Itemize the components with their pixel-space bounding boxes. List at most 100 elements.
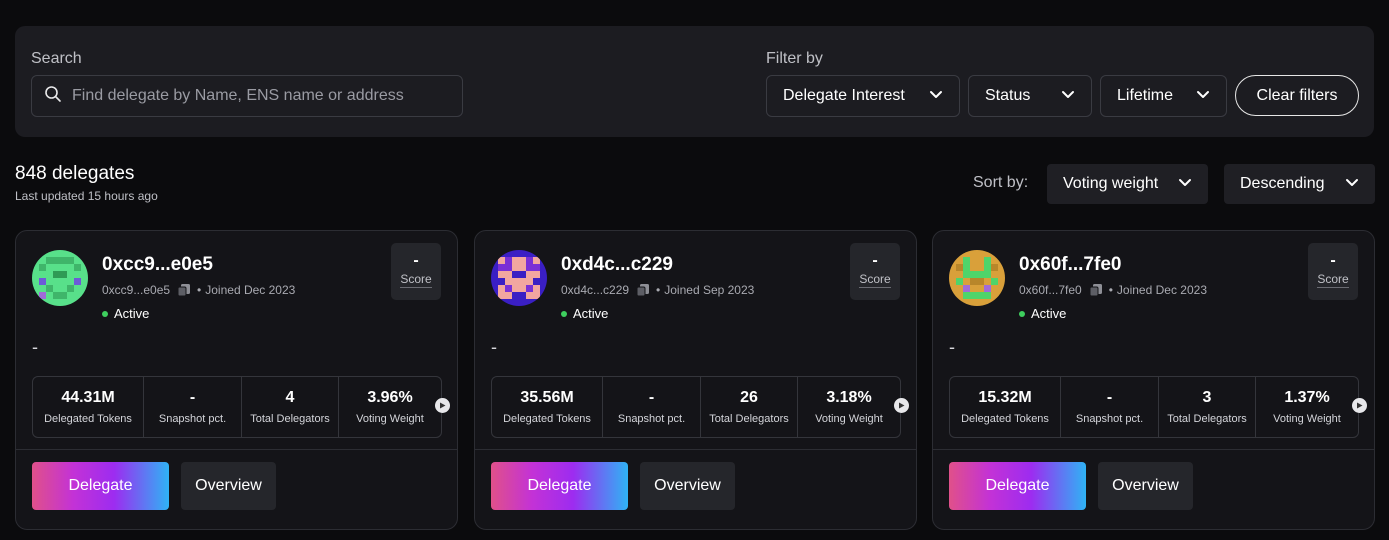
chevron-down-icon — [1196, 87, 1210, 106]
stat-voting-weight: 3.18% Voting Weight — [798, 377, 900, 437]
status-label: Status — [985, 87, 1031, 104]
stats-row: 15.32M Delegated Tokens - Snapshot pct. 3 T… — [949, 376, 1359, 438]
chevron-down-icon — [1178, 175, 1192, 194]
card-divider — [16, 449, 457, 450]
stat-value: - — [648, 389, 655, 406]
delegate-button[interactable]: Delegate — [949, 462, 1086, 510]
stat-label: Total Delegators — [1167, 413, 1247, 425]
delegate-interest-dropdown[interactable]: Delegate Interest — [766, 75, 960, 117]
stat-label: Voting Weight — [815, 413, 883, 425]
sort-direction-dropdown[interactable]: Descending — [1224, 164, 1375, 204]
copy-icon[interactable] — [177, 283, 191, 297]
stat-label: Delegated Tokens — [503, 413, 591, 425]
status-text: Active — [114, 306, 150, 321]
search-label: Search — [31, 50, 82, 67]
sort-field-label: Voting weight — [1063, 175, 1159, 192]
status-indicator: Active — [561, 306, 608, 321]
stat-total-delegators: 3 Total Delegators — [1159, 377, 1256, 437]
stat-label: Snapshot pct. — [158, 413, 227, 425]
scroll-right-icon[interactable] — [894, 398, 909, 413]
stat-snapshot-pct: - Snapshot pct. — [603, 377, 701, 437]
sort-direction-label: Descending — [1240, 175, 1325, 192]
avatar — [32, 250, 88, 306]
stat-label: Delegated Tokens — [44, 413, 132, 425]
stat-label: Total Delegators — [709, 413, 789, 425]
stat-snapshot-pct: - Snapshot pct. — [1061, 377, 1159, 437]
scroll-right-icon[interactable] — [435, 398, 450, 413]
score-label[interactable]: Score — [859, 272, 891, 288]
search-icon — [44, 85, 62, 108]
stats-row: 35.56M Delegated Tokens - Snapshot pct. 26… — [491, 376, 901, 438]
sort-field-dropdown[interactable]: Voting weight — [1047, 164, 1208, 204]
avatar — [491, 250, 547, 306]
stat-value: 35.56M — [520, 389, 574, 406]
delegate-meta: 0xcc9...e0e5 • Joined Dec 2023 — [102, 283, 295, 297]
clear-filters-button[interactable]: Clear filters — [1235, 75, 1359, 116]
status-text: Active — [573, 306, 609, 321]
stat-value: 26 — [740, 389, 758, 406]
score-value: - — [413, 252, 419, 269]
delegate-name[interactable]: 0xd4c...c229 — [561, 254, 673, 276]
joined-date: Joined Sep 2023 — [664, 283, 755, 297]
search-input[interactable] — [72, 87, 452, 105]
separator-dot: • — [197, 283, 202, 297]
stat-delegated-tokens: 15.32M Delegated Tokens — [950, 377, 1061, 437]
copy-icon[interactable] — [636, 283, 650, 297]
delegate-description: - — [491, 337, 497, 357]
stat-value: 44.31M — [61, 389, 115, 406]
delegate-description: - — [32, 337, 38, 357]
filter-label: Filter by — [766, 50, 823, 67]
stat-total-delegators: 26 Total Delegators — [701, 377, 798, 437]
stat-label: Snapshot pct. — [617, 413, 686, 425]
stat-label: Voting Weight — [1273, 413, 1341, 425]
stat-delegated-tokens: 35.56M Delegated Tokens — [492, 377, 603, 437]
score-value: - — [872, 252, 878, 269]
delegate-interest-label: Delegate Interest — [783, 87, 905, 104]
active-dot-icon — [1019, 310, 1025, 317]
delegate-card: 0x60f...7fe0 0x60f...7fe0 • Joined Dec 2… — [932, 230, 1375, 530]
delegate-meta: 0x60f...7fe0 • Joined Dec 2023 — [1019, 283, 1207, 297]
score-label[interactable]: Score — [1317, 272, 1349, 288]
delegate-button[interactable]: Delegate — [32, 462, 169, 510]
stat-value: - — [1106, 389, 1113, 406]
overview-button[interactable]: Overview — [181, 462, 276, 510]
overview-button[interactable]: Overview — [640, 462, 735, 510]
delegate-name[interactable]: 0xcc9...e0e5 — [102, 254, 213, 276]
stat-value: 15.32M — [978, 389, 1032, 406]
search-box[interactable] — [31, 75, 463, 117]
sort-label: Sort by: — [973, 174, 1029, 191]
delegate-address: 0xd4c...c229 — [561, 283, 630, 297]
stat-label: Total Delegators — [250, 413, 330, 425]
scroll-right-icon[interactable] — [1352, 398, 1367, 413]
status-dropdown[interactable]: Status — [968, 75, 1092, 117]
stat-voting-weight: 3.96% Voting Weight — [339, 377, 441, 437]
joined-date: Joined Dec 2023 — [1116, 283, 1207, 297]
delegate-card: 0xcc9...e0e5 0xcc9...e0e5 • Joined Dec 2… — [15, 230, 458, 530]
status-indicator: Active — [1019, 306, 1066, 321]
delegate-button[interactable]: Delegate — [491, 462, 628, 510]
copy-icon[interactable] — [1089, 283, 1103, 297]
last-updated: Last updated 15 hours ago — [15, 189, 158, 203]
stat-snapshot-pct: - Snapshot pct. — [144, 377, 242, 437]
status-text: Active — [1031, 306, 1067, 321]
delegate-address: 0xcc9...e0e5 — [102, 283, 171, 297]
score-box: - Score — [391, 243, 441, 300]
stat-value: 4 — [285, 389, 295, 406]
active-dot-icon — [102, 310, 108, 317]
score-box: - Score — [1308, 243, 1358, 300]
active-dot-icon — [561, 310, 567, 317]
delegate-meta: 0xd4c...c229 • Joined Sep 2023 — [561, 283, 754, 297]
delegate-card: 0xd4c...c229 0xd4c...c229 • Joined Sep 2… — [474, 230, 917, 530]
score-box: - Score — [850, 243, 900, 300]
score-label[interactable]: Score — [400, 272, 432, 288]
overview-button[interactable]: Overview — [1098, 462, 1193, 510]
delegate-address: 0x60f...7fe0 — [1019, 283, 1082, 297]
stat-delegated-tokens: 44.31M Delegated Tokens — [33, 377, 144, 437]
stat-label: Delegated Tokens — [961, 413, 1049, 425]
stat-total-delegators: 4 Total Delegators — [242, 377, 339, 437]
delegate-name[interactable]: 0x60f...7fe0 — [1019, 254, 1121, 276]
lifetime-dropdown[interactable]: Lifetime — [1100, 75, 1227, 117]
avatar — [949, 250, 1005, 306]
score-value: - — [1330, 252, 1336, 269]
card-divider — [933, 449, 1374, 450]
